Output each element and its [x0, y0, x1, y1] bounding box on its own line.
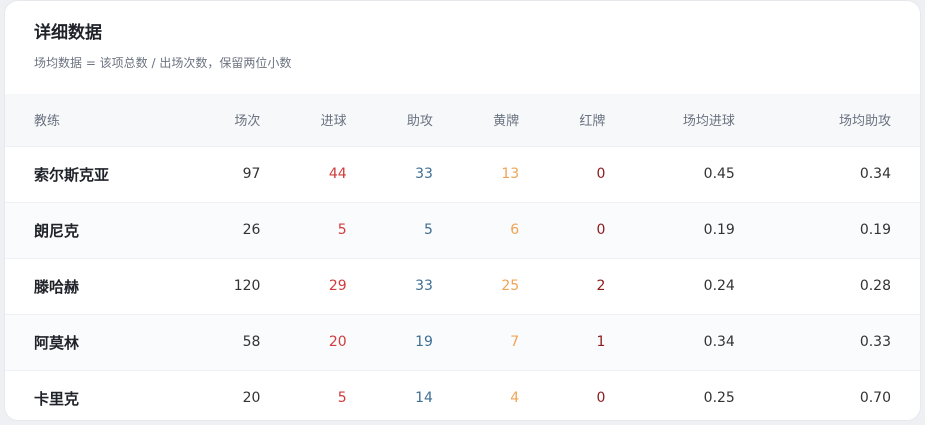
table-row: 滕哈赫 120 29 33 25 2 0.24 0.28	[5, 258, 920, 314]
table-header-row: 教练 场次 进球 助攻 黄牌 红牌 场均进球 场均助攻	[5, 94, 920, 146]
cell-assists: 14	[415, 390, 433, 407]
cell-matches: 97	[242, 166, 261, 182]
cell-avg-goals: 0.34	[703, 334, 735, 350]
column-header-goals[interactable]: 进球	[289, 94, 375, 146]
cell-yellow-cards: 6	[510, 222, 520, 238]
column-header-yellow-cards[interactable]: 黄牌	[462, 94, 548, 146]
table-row: 朗尼克 26 5 5 6 0 0.19 0.19	[5, 202, 920, 258]
cell-assists: 33	[415, 278, 433, 294]
column-header-assists[interactable]: 助攻	[376, 94, 462, 146]
column-header-avg-goals[interactable]: 场均进球	[634, 94, 763, 146]
cell-coach: 阿莫林	[34, 333, 80, 352]
column-header-coach[interactable]: 教练	[5, 94, 202, 146]
table-row: 卡里克 20 5 14 4 0 0.25 0.70	[5, 370, 920, 420]
cell-goals: 20	[328, 334, 347, 350]
cell-assists: 33	[415, 166, 433, 182]
cell-goals: 44	[328, 166, 347, 182]
card-subtitle: 场均数据 = 该项总数 / 出场次数，保留两位小数	[34, 56, 292, 70]
cell-yellow-cards: 7	[510, 334, 520, 350]
cell-avg-goals: 0.25	[703, 390, 735, 407]
cell-avg-goals: 0.19	[703, 222, 735, 238]
column-header-red-cards[interactable]: 红牌	[548, 94, 634, 146]
column-header-avg-assists[interactable]: 场均助攻	[764, 94, 920, 146]
cell-goals: 5	[337, 390, 347, 407]
card-header: 详细数据 场均数据 = 该项总数 / 出场次数，保留两位小数	[5, 1, 920, 94]
card-title: 详细数据	[34, 23, 102, 43]
column-header-matches[interactable]: 场次	[202, 94, 289, 146]
cell-red-cards: 0	[596, 166, 606, 182]
cell-matches: 20	[242, 390, 261, 407]
cell-assists: 5	[424, 222, 433, 238]
cell-coach: 卡里克	[34, 389, 80, 408]
cell-matches: 120	[233, 278, 261, 294]
cell-avg-goals: 0.24	[703, 278, 735, 294]
cell-coach: 朗尼克	[34, 221, 80, 240]
cell-red-cards: 2	[596, 278, 606, 294]
cell-goals: 29	[328, 278, 347, 294]
cell-assists: 19	[415, 334, 433, 350]
cell-red-cards: 0	[596, 222, 606, 238]
cell-avg-goals: 0.45	[703, 166, 735, 182]
cell-yellow-cards: 25	[501, 278, 520, 294]
cell-avg-assists: 0.28	[859, 278, 891, 294]
cell-coach: 滕哈赫	[34, 277, 80, 296]
cell-matches: 26	[242, 222, 261, 238]
cell-yellow-cards: 4	[510, 390, 520, 407]
cell-coach: 索尔斯克亚	[34, 165, 110, 184]
detail-data-card: 详细数据 场均数据 = 该项总数 / 出场次数，保留两位小数 教练 场次 进球 …	[4, 0, 921, 421]
cell-avg-assists: 0.70	[859, 390, 891, 407]
cell-yellow-cards: 13	[501, 166, 520, 182]
stats-table: 教练 场次 进球 助攻 黄牌 红牌 场均进球 场均助攻 索尔斯克亚 97 44 …	[5, 94, 920, 420]
cell-avg-assists: 0.34	[859, 166, 891, 182]
cell-matches: 58	[242, 334, 261, 350]
table-row: 阿莫林 58 20 19 7 1 0.34 0.33	[5, 314, 920, 370]
cell-avg-assists: 0.33	[859, 334, 891, 350]
cell-goals: 5	[337, 222, 347, 238]
cell-avg-assists: 0.19	[859, 222, 891, 238]
cell-red-cards: 1	[596, 334, 606, 350]
cell-red-cards: 0	[596, 390, 606, 407]
table-row: 索尔斯克亚 97 44 33 13 0 0.45 0.34	[5, 146, 920, 202]
